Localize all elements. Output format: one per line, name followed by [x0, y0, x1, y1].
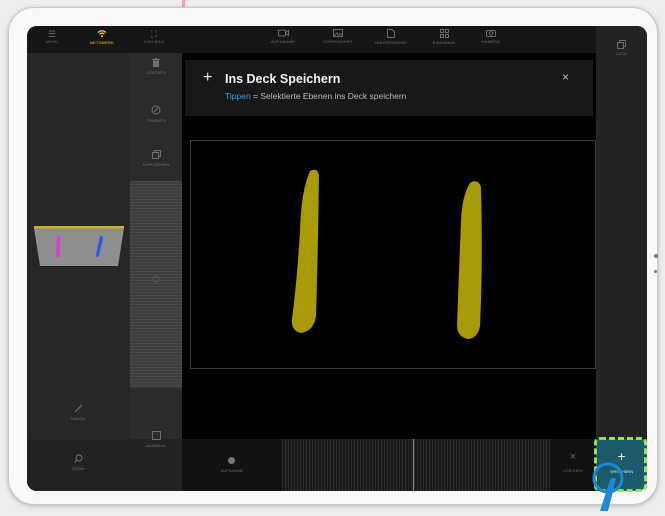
layer-handle-icon — [152, 275, 160, 283]
drawing-canvas[interactable] — [190, 140, 596, 369]
record-button[interactable]: AUFNAHME — [182, 439, 282, 491]
draw-button[interactable]: MALEN — [52, 404, 104, 422]
wifi-icon — [80, 29, 124, 40]
duplicate-icon — [130, 150, 182, 162]
fullscreen-button[interactable]: ⛶ VOLLBILD — [132, 29, 176, 45]
layer-tools-column: LÖSCHEN TRENNEN DUPLIZIEREN — [130, 53, 182, 491]
camera-icon — [469, 29, 513, 39]
duplicate-layer-button[interactable]: DUPLIZIEREN — [130, 150, 182, 168]
deck-button[interactable]: DECK — [596, 40, 647, 56]
timeline-scrubber[interactable] — [282, 439, 550, 491]
recording-button[interactable]: AUFNAHME — [261, 29, 305, 45]
record-dot-icon — [228, 457, 235, 464]
save-to-deck-banner: + Ins Deck Speichern Tippen = Selektiert… — [185, 60, 593, 116]
inputs-button[interactable]: EINGÄNGE — [422, 29, 466, 46]
document-icon — [369, 29, 413, 40]
select-button[interactable]: AUSWAHL — [130, 431, 182, 449]
video-camera-icon — [261, 29, 305, 39]
zoom-button[interactable]: ZOOM — [52, 454, 104, 472]
background-button[interactable]: HINTERGRUND — [369, 29, 413, 46]
menu-icon: ☰ — [47, 29, 57, 39]
image-icon — [316, 29, 360, 39]
tablet-side-button — [654, 254, 658, 258]
layer-thumbnail[interactable] — [32, 226, 126, 268]
search-icon — [52, 454, 104, 466]
camera-button[interactable]: KAMERA — [469, 29, 513, 45]
deck-panel — [27, 53, 130, 491]
menu-button[interactable]: ☰ MENÜ — [30, 29, 74, 45]
banner-title: Ins Deck Speichern — [225, 72, 341, 86]
bottom-toolbar: AUFNAHME × LÖSCHEN + SPEICHERN — [182, 439, 647, 491]
app-screen: ☰ MENÜ NETZWERK ⛶ VOLLBILD AUFNAHME SCRE… — [27, 26, 647, 491]
banner-hint: Tippen = Selektierte Ebenen ins Deck spe… — [225, 91, 406, 101]
fullscreen-icon: ⛶ — [150, 29, 158, 39]
main-stage: + Ins Deck Speichern Tippen = Selektiert… — [182, 53, 596, 439]
close-icon[interactable]: × — [562, 70, 569, 84]
hint-link: Tippen — [225, 91, 251, 101]
screenshot-button[interactable]: SCREENSHOT — [316, 29, 360, 45]
timeline-cursor[interactable] — [413, 439, 414, 491]
plus-icon: + — [203, 69, 213, 86]
grid-icon — [422, 29, 466, 40]
pencil-icon — [52, 404, 104, 416]
separate-layer-button[interactable]: TRENNEN — [130, 105, 182, 124]
network-button[interactable]: NETZWERK — [80, 29, 124, 46]
paint-stroke-right[interactable] — [457, 181, 482, 339]
touch-indicator — [582, 455, 632, 511]
delete-layer-button[interactable]: LÖSCHEN — [130, 58, 182, 76]
top-toolbar: ☰ MENÜ NETZWERK ⛶ VOLLBILD AUFNAHME SCRE… — [27, 26, 647, 53]
paint-stroke-left[interactable] — [291, 169, 319, 333]
trash-icon — [130, 58, 182, 70]
selection-square-icon — [130, 431, 182, 443]
layer-list-scroll[interactable] — [130, 181, 182, 388]
hint-text: = Selektierte Ebenen ins Deck speichern — [250, 91, 407, 101]
separate-icon — [130, 105, 182, 118]
deck-icon — [596, 40, 647, 51]
tablet-side-dot — [654, 270, 657, 273]
right-column: DECK — [596, 26, 647, 439]
